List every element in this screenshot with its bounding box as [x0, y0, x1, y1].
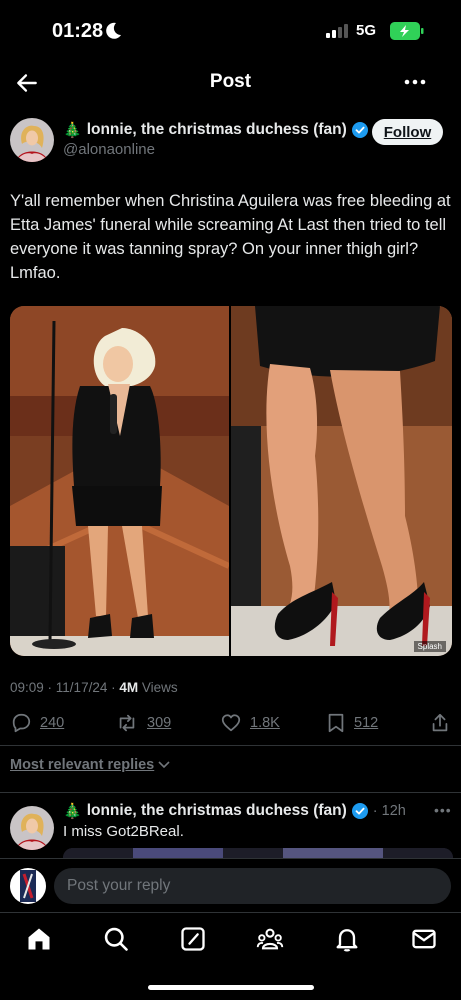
- reply-author-name[interactable]: lonnie, the christmas duchess (fan): [87, 802, 347, 820]
- like-button[interactable]: 1.8K: [220, 712, 280, 734]
- author-row: 🎄 lonnie, the christmas duchess (fan): [63, 121, 368, 139]
- bookmark-count: 512: [354, 715, 379, 731]
- more-options-icon[interactable]: [404, 72, 426, 92]
- christmas-tree-icon: 🎄: [63, 803, 82, 820]
- battery-icon: [390, 22, 424, 40]
- divider: [0, 792, 461, 793]
- notifications-icon[interactable]: [333, 925, 361, 953]
- divider: [0, 745, 461, 746]
- post-text: Y'all remember when Christina Aguilera w…: [10, 192, 451, 282]
- author-handle[interactable]: @alonaonline: [63, 141, 155, 158]
- bookmark-icon: [328, 713, 344, 733]
- reply-author-row: 🎄 lonnie, the christmas duchess (fan) · …: [63, 802, 406, 820]
- verified-badge-icon: [351, 803, 368, 819]
- repost-icon: [119, 714, 135, 732]
- author-avatar[interactable]: [10, 118, 54, 162]
- views-label: Views: [141, 680, 178, 695]
- post-actions: 240 309 1.8K 512: [0, 712, 461, 738]
- communities-icon[interactable]: [256, 925, 284, 953]
- repost-button[interactable]: 309: [115, 712, 171, 734]
- repost-count: 309: [147, 715, 172, 731]
- post-time: 09:09: [10, 680, 44, 695]
- post-media[interactable]: Splash: [10, 306, 452, 656]
- grok-icon[interactable]: [179, 925, 207, 953]
- post-meta: 09:09 · 11/17/24 · 4M Views: [10, 680, 178, 695]
- status-bar: 01:28 5G: [0, 0, 461, 64]
- post-date: 11/17/24: [55, 680, 108, 695]
- reply-input[interactable]: [54, 868, 451, 904]
- chevron-down-icon: [158, 761, 170, 769]
- reply-button[interactable]: 240: [10, 712, 64, 734]
- post-photo: [10, 306, 452, 656]
- home-indicator: [148, 985, 314, 990]
- reply-icon: [12, 713, 31, 733]
- home-icon[interactable]: [25, 925, 53, 953]
- reply-count: 240: [40, 715, 65, 731]
- reply-time: 12h: [381, 803, 406, 819]
- replies-sort-toggle[interactable]: Most relevant replies: [10, 757, 170, 773]
- reply-text: I miss Got2BReal.: [63, 823, 184, 840]
- share-icon[interactable]: [430, 712, 450, 734]
- verified-badge-icon: [351, 122, 368, 138]
- status-time: 01:28: [52, 20, 104, 42]
- user-avatar[interactable]: [10, 868, 46, 904]
- reply-more-icon[interactable]: •••: [434, 802, 452, 818]
- heart-icon: [221, 714, 241, 732]
- top-nav: Post: [0, 64, 461, 104]
- media-credit: Splash: [413, 641, 446, 652]
- network-label: 5G: [356, 22, 377, 39]
- follow-button[interactable]: Follow: [372, 119, 443, 145]
- messages-icon[interactable]: [410, 925, 438, 953]
- author-name[interactable]: lonnie, the christmas duchess (fan): [87, 121, 347, 139]
- like-count: 1.8K: [250, 715, 280, 731]
- views-count[interactable]: 4M: [119, 680, 138, 695]
- reply-composer: [0, 858, 461, 912]
- reply-author-avatar[interactable]: [10, 806, 54, 850]
- page-title: Post: [209, 71, 252, 92]
- christmas-tree-icon: 🎄: [63, 122, 82, 139]
- search-icon[interactable]: [102, 925, 130, 953]
- moon-icon: [106, 22, 121, 39]
- signal-icon: [326, 24, 348, 38]
- bookmark-button[interactable]: 512: [326, 712, 378, 734]
- replies-sort-label: Most relevant replies: [10, 757, 155, 773]
